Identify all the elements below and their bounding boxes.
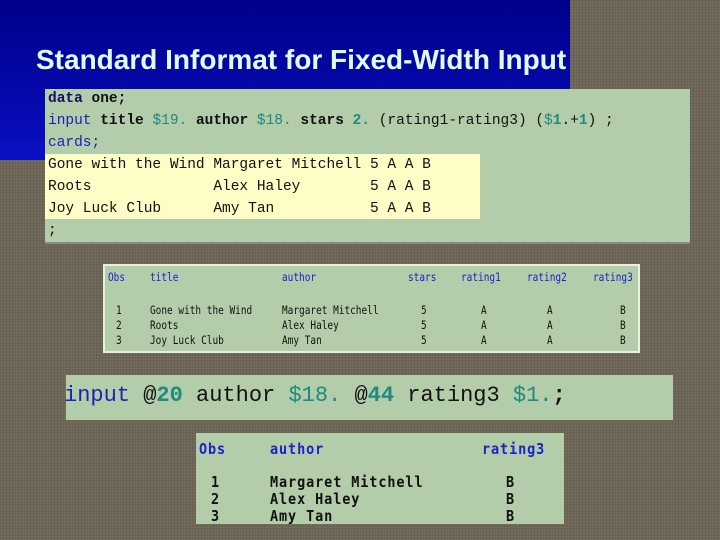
table-cell: Amy Tan <box>282 333 322 347</box>
code-token: stars <box>291 113 353 129</box>
code-token: 44 <box>367 383 395 408</box>
code-token: input <box>64 383 131 408</box>
slide-title: Standard Informat for Fixed-Width Input <box>36 44 567 75</box>
table-cell: A <box>481 318 487 332</box>
table-cell: A <box>547 318 553 332</box>
code-token: @ <box>130 383 157 408</box>
table-cell: Alex Haley <box>270 490 361 508</box>
output-table-author-rating3: Obs author rating3 1 Margaret Mitchell B 2 Alex… <box>196 433 564 525</box>
code-token: $19. <box>152 113 188 129</box>
table-cell: Gone with the Wind <box>150 303 253 317</box>
table-cell: Joy Luck Club <box>150 333 224 347</box>
table-cell: B <box>506 490 516 508</box>
table-cell: B <box>620 303 626 317</box>
table-cell: Amy Tan <box>270 507 334 525</box>
table-cell: 1 <box>211 473 221 491</box>
table-cell: 5 <box>421 333 427 347</box>
table-cell: Roots <box>150 318 179 332</box>
table-cell: A <box>547 303 553 317</box>
code-token: $ <box>544 113 553 129</box>
code-token: ; <box>552 383 566 408</box>
output-table-full: Obs title author stars rating1 rating2 rating3… <box>103 264 640 353</box>
code-token: 2. <box>352 113 371 129</box>
table-cell: B <box>506 473 516 491</box>
code-token: .+ <box>561 113 579 129</box>
table-cell: A <box>481 303 487 317</box>
input-statement: input @20 author $18. @44 rating3 $1.; <box>64 383 566 408</box>
keyword-input: input <box>48 113 92 129</box>
table-cell: 5 <box>421 303 427 317</box>
table-cell: Alex Haley <box>282 318 339 332</box>
code-token: title <box>91 113 153 129</box>
table-cell: 3 <box>116 333 122 347</box>
code-line-1: data one; <box>48 89 126 110</box>
column-header: title <box>150 270 179 284</box>
column-header: stars <box>408 270 437 284</box>
column-header: Obs <box>108 270 126 284</box>
table-cell: 2 <box>116 318 122 332</box>
table-cell: 1 <box>116 303 122 317</box>
dataset-name: one; <box>82 91 127 107</box>
code-token: (rating1-rating3) ( <box>370 113 545 129</box>
keyword-data: data <box>48 91 83 107</box>
table-cell: 3 <box>211 507 221 525</box>
dataline-1: Gone with the Wind Margaret Mitchell 5 A… <box>48 157 431 173</box>
code-token: @ <box>341 383 368 408</box>
code-token: $18. <box>288 383 342 408</box>
code-token: $1. <box>512 383 553 408</box>
keyword-cards: cards; <box>48 135 101 151</box>
column-header: rating3 <box>593 270 633 284</box>
code-token: author <box>182 383 289 408</box>
code-token: 20 <box>156 383 183 408</box>
column-header: Obs <box>199 440 227 458</box>
code-line-end: ; <box>48 223 57 239</box>
sas-program-editor: data one; input title $19. author $18. s… <box>45 89 690 244</box>
input-statement-box: input @20 author $18. @44 rating3 $1.; <box>64 375 673 420</box>
code-line-3: cards; <box>48 133 100 154</box>
table-cell: A <box>547 333 553 347</box>
code-token: $18. <box>256 113 292 129</box>
table-cell: 5 <box>421 318 427 332</box>
column-header: rating2 <box>527 270 567 284</box>
code-line-2: input title $19. author $18. stars 2. (r… <box>48 111 614 132</box>
column-header: author <box>282 270 317 284</box>
table-cell: B <box>506 507 516 525</box>
table-cell: 2 <box>211 490 221 508</box>
table-cell: Margaret Mitchell <box>270 473 424 491</box>
table-cell: A <box>481 333 487 347</box>
table-cell: Margaret Mitchell <box>282 303 379 317</box>
code-token: ) ; <box>587 113 614 129</box>
column-header: author <box>270 440 325 458</box>
dataline-3: Joy Luck Club Amy Tan 5 A A B <box>48 201 431 217</box>
code-token: 1 <box>578 113 588 129</box>
code-token: author <box>187 113 257 129</box>
code-token: rating3 <box>394 383 513 408</box>
column-header: rating3 <box>482 440 546 458</box>
table-cell: B <box>620 318 626 332</box>
dataline-2: Roots Alex Haley 5 A A B <box>48 179 431 195</box>
table-cell: B <box>620 333 626 347</box>
column-header: rating1 <box>461 270 501 284</box>
